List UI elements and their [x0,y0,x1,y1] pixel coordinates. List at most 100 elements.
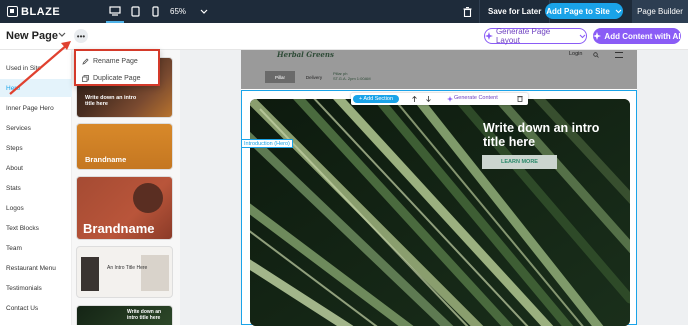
section-thumbnail[interactable]: An Intro Title Here [76,246,173,298]
learn-more-button[interactable]: LEARN MORE [482,155,557,169]
device-switcher [106,0,166,23]
desktop-icon [109,5,121,16]
site-login-link[interactable]: Login [569,51,582,57]
section-thumbnail[interactable]: Brandname [76,123,173,170]
generate-page-layout-button[interactable]: Generate Page Layout [484,27,587,45]
trash-icon[interactable] [517,95,523,102]
thumbnail-title: Write down an intro title here [127,309,162,321]
trash-icon [463,6,471,17]
add-section-button[interactable]: + Add Section [353,95,399,103]
sidebar-item-testimonials[interactable]: Testimonials [0,279,72,297]
add-content-ai-button[interactable]: Add Content with AI [593,28,681,44]
save-for-later-label: Save for Later [488,7,542,16]
site-info-text: Pillar ph ST.G.A. 2pm 1:00AM [333,71,371,81]
search-icon[interactable] [593,52,599,58]
mobile-icon [151,6,159,17]
sidebar-item-label: Team [6,244,22,252]
zoom-select[interactable]: 65% [170,0,208,23]
sidebar-item-label: Text Blocks [6,224,39,232]
page-header-bar: New Page ••• Generate Page Layout Add Co… [0,23,688,50]
sidebar-item-team[interactable]: Team [0,239,72,257]
sidebar-item-used-in-site[interactable]: Used in Site [0,59,72,77]
add-page-label: Add Page to Site [546,6,610,16]
save-for-later-button[interactable]: Save for Later [479,0,551,23]
chevron-down-icon [200,9,208,14]
sidebar-item-logos[interactable]: Logos [0,199,72,217]
sidebar-item-label: About [6,164,23,172]
thumbnail-image [81,257,99,291]
hero-section[interactable]: Write down an intro title here LEARN MOR… [250,99,630,326]
sidebar-item-steps[interactable]: Steps [0,139,72,157]
hero-title[interactable]: Write down an intro title here [483,121,613,150]
generate-content-button[interactable]: Generate Content [454,95,498,101]
sidebar-item-text-blocks[interactable]: Text Blocks [0,219,72,237]
page-title[interactable]: New Page [6,30,58,42]
chevron-down-icon [579,34,586,38]
section-toolbar: + Add Section Generate Content [351,93,528,105]
delete-page-button[interactable] [457,3,477,20]
sidebar-item-about[interactable]: About [0,159,72,177]
thumbnail-title: Brandname [85,155,127,164]
page-canvas: Herbal Greens Login Pillar Delivery Pill… [180,50,688,326]
sidebar-item-label: Contact Us [6,304,39,312]
tablet-view-button[interactable] [126,0,144,23]
section-thumbnail[interactable]: Write down an intro title here [76,305,173,325]
arrow-up-icon[interactable] [412,96,417,102]
add-content-ai-label: Add Content with AI [604,31,681,41]
chevron-down-icon[interactable] [58,32,66,38]
blaze-logo: BLAZE [7,6,60,18]
site-tab-1[interactable]: Pillar [265,71,295,83]
duplicate-page-menu-item[interactable]: Duplicate Page [82,70,140,86]
sidebar-item-label: Hero [6,84,21,92]
blaze-logo-icon [7,6,18,17]
sidebar-item-label: Services [6,124,31,132]
arrow-down-icon[interactable] [426,96,431,102]
site-tab-2[interactable]: Delivery [299,71,329,83]
top-bar: BLAZE 65% Save for Later Add Page to Sit… [0,0,688,23]
sidebar-item-restaurant-menu[interactable]: Restaurant Menu [0,259,72,277]
page-options-menu: Rename Page Duplicate Page [74,49,160,86]
sidebar-item-services[interactable]: Services [0,119,72,137]
add-page-to-site-button[interactable]: Add Page to Site [545,3,623,19]
section-thumbnail[interactable]: Brandname [76,176,173,240]
desktop-view-button[interactable] [106,0,124,23]
more-icon: ••• [76,31,86,41]
page-options-button[interactable]: ••• [74,29,88,43]
duplicate-page-label: Duplicate Page [93,74,141,82]
sparkle-icon [485,32,493,40]
pencil-icon [82,57,89,65]
thumbnail-image [141,255,169,291]
hero-section-outline[interactable]: Write down an intro title here LEARN MOR… [241,90,637,326]
site-navigation-preview: Herbal Greens Login Pillar Delivery Pill… [241,50,637,89]
sidebar-item-stats[interactable]: Stats [0,179,72,197]
sidebar-item-label: Inner Page Hero [6,104,54,112]
zoom-value: 65% [170,7,187,16]
logo-text: BLAZE [21,5,61,18]
section-thumbnail-list: Write down an intro title here Brandname… [72,50,180,325]
page-builder-tab[interactable]: Page Builder [632,0,688,23]
menu-icon[interactable] [615,52,623,58]
sparkle-icon [447,96,453,102]
page-builder-label: Page Builder [637,7,683,16]
sidebar-item-label: Steps [6,144,23,152]
thumbnail-title: An Intro Title Here [107,265,148,271]
thumbnail-title: Brandname [83,221,155,236]
sidebar-item-label: Used in Site [6,64,42,72]
rename-page-menu-item[interactable]: Rename Page [82,53,138,69]
thumbnail-title: Write down an intro title here [85,95,137,108]
sidebar-item-hero[interactable]: Hero [0,79,72,97]
mobile-view-button[interactable] [146,0,164,23]
site-logo: Herbal Greens [277,50,334,59]
sidebar-item-contact-us[interactable]: Contact Us [0,299,72,317]
chevron-down-icon [615,9,622,13]
sparkle-icon [593,32,602,40]
sidebar-item-label: Restaurant Menu [6,264,56,272]
section-label: Introduction (Hero) [241,139,293,148]
copy-icon [82,74,89,82]
sidebar-item-label: Logos [6,204,24,212]
thumbnail-image [133,183,163,213]
section-category-list: Used in Site Hero Inner Page Hero Servic… [0,50,72,325]
sidebar-item-inner-page-hero[interactable]: Inner Page Hero [0,99,72,117]
sidebar-item-label: Stats [6,184,21,192]
generate-layout-label: Generate Page Layout [495,27,551,45]
